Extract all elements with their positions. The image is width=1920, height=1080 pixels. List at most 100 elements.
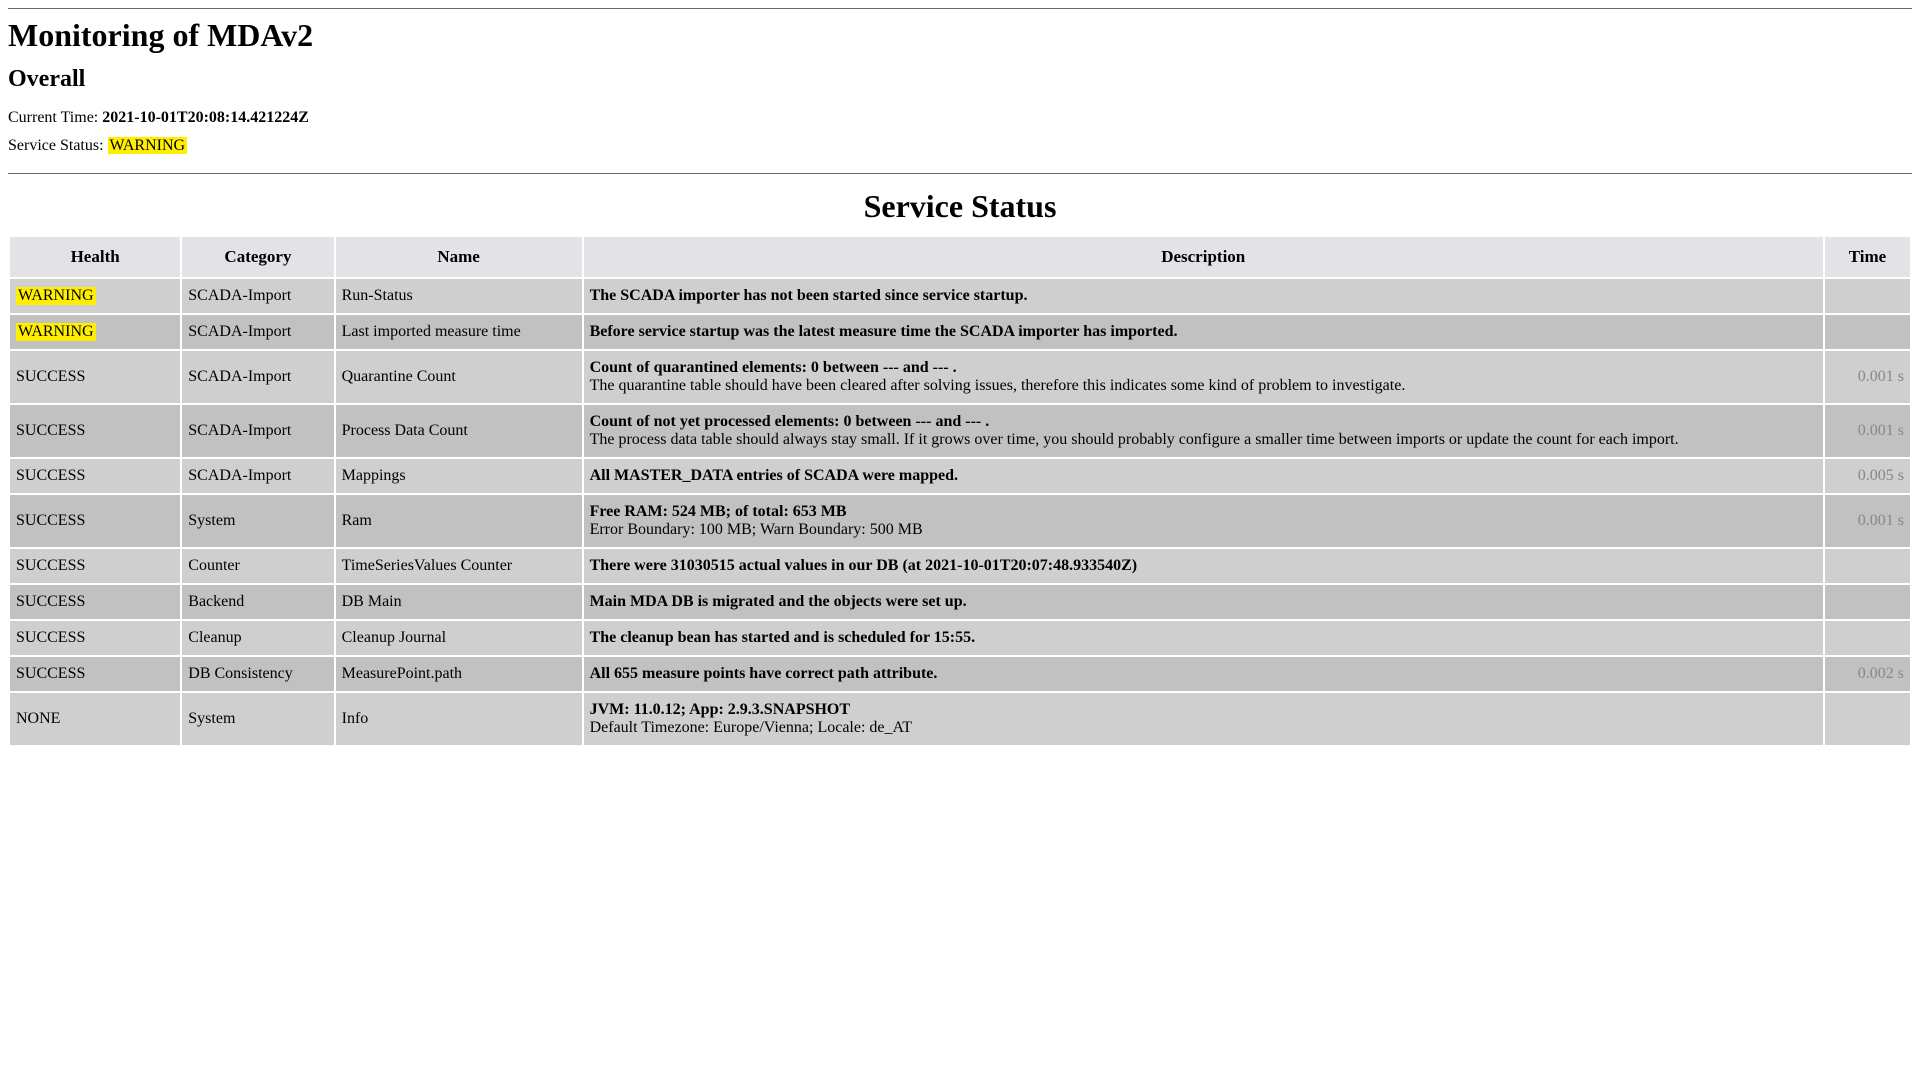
name-cell: MeasurePoint.path	[336, 657, 582, 691]
health-cell: WARNING	[10, 279, 180, 313]
description-main: JVM: 11.0.12; App: 2.9.3.SNAPSHOT	[590, 701, 850, 718]
name-cell: Ram	[336, 495, 582, 547]
name-cell: Process Data Count	[336, 405, 582, 457]
table-row: SUCCESSCounterTimeSeriesValues Counter Th…	[10, 549, 1910, 583]
service-status-label: Service Status:	[8, 137, 108, 154]
service-status-heading: Service Status	[8, 188, 1912, 225]
name-cell: Last imported measure time	[336, 315, 582, 349]
category-cell: DB Consistency	[182, 657, 333, 691]
service-status-line: Service Status: WARNING	[8, 137, 1912, 155]
service-status-badge: WARNING	[108, 137, 188, 154]
time-cell: 0.005 s	[1825, 459, 1910, 493]
name-cell: Cleanup Journal	[336, 621, 582, 655]
table-row: SUCCESSSystemRamFree RAM: 524 MB; of tot…	[10, 495, 1910, 547]
col-description: Description	[584, 237, 1823, 277]
name-cell: Info	[336, 693, 582, 745]
divider	[8, 173, 1912, 174]
description-main: Main MDA DB is migrated and the objects …	[590, 593, 967, 610]
category-cell: System	[182, 693, 333, 745]
category-cell: SCADA-Import	[182, 459, 333, 493]
health-cell: SUCCESS	[10, 585, 180, 619]
description-main: Free RAM: 524 MB; of total: 653 MB	[590, 503, 847, 520]
description-sub: Error Boundary: 100 MB; Warn Boundary: 5…	[590, 521, 923, 538]
description-main: Count of quarantined elements: 0 between…	[590, 359, 957, 376]
category-cell: SCADA-Import	[182, 405, 333, 457]
description-sub: The quarantine table should have been cl…	[590, 377, 1406, 394]
description-cell: Count of not yet processed elements: 0 b…	[584, 405, 1823, 457]
description-cell: The SCADA importer has not been started …	[584, 279, 1823, 313]
table-row: SUCCESSCleanupCleanup Journal The cleanup…	[10, 621, 1910, 655]
description-cell: JVM: 11.0.12; App: 2.9.3.SNAPSHOTDefault…	[584, 693, 1823, 745]
name-cell: TimeSeriesValues Counter	[336, 549, 582, 583]
status-badge: WARNING	[16, 287, 96, 305]
health-cell: SUCCESS	[10, 549, 180, 583]
table-row: SUCCESSBackendDB Main Main MDA DB is migr…	[10, 585, 1910, 619]
description-main: Before service startup was the latest me…	[590, 323, 1178, 340]
table-row: SUCCESSSCADA-ImportQuarantine Count Count…	[10, 351, 1910, 403]
health-cell: SUCCESS	[10, 405, 180, 457]
description-cell: Free RAM: 524 MB; of total: 653 MBError …	[584, 495, 1823, 547]
health-cell: NONE	[10, 693, 180, 745]
time-cell	[1825, 549, 1910, 583]
current-time-line: Current Time: 2021-10-01T20:08:14.421224…	[8, 109, 1912, 127]
time-cell	[1825, 585, 1910, 619]
current-time-label: Current Time:	[8, 109, 102, 126]
time-cell: 0.001 s	[1825, 351, 1910, 403]
page-title: Monitoring of MDAv2	[8, 17, 1912, 54]
table-row: SUCCESSSCADA-ImportMappings All MASTER_DA…	[10, 459, 1910, 493]
table-row: SUCCESSDB ConsistencyMeasurePoint.path Al…	[10, 657, 1910, 691]
health-cell: SUCCESS	[10, 351, 180, 403]
table-row: NONESystemInfoJVM: 11.0.12; App: 2.9.3.S…	[10, 693, 1910, 745]
description-cell: All MASTER_DATA entries of SCADA were ma…	[584, 459, 1823, 493]
description-cell: Count of quarantined elements: 0 between…	[584, 351, 1823, 403]
description-main: All MASTER_DATA entries of SCADA were ma…	[590, 467, 958, 484]
health-cell: SUCCESS	[10, 459, 180, 493]
col-category: Category	[182, 237, 333, 277]
name-cell: Quarantine Count	[336, 351, 582, 403]
health-cell: WARNING	[10, 315, 180, 349]
name-cell: Run-Status	[336, 279, 582, 313]
time-cell: 0.002 s	[1825, 657, 1910, 691]
description-main: Count of not yet processed elements: 0 b…	[590, 413, 990, 430]
category-cell: SCADA-Import	[182, 351, 333, 403]
description-sub: Default Timezone: Europe/Vienna; Locale:…	[590, 719, 913, 736]
col-name: Name	[336, 237, 582, 277]
status-table: Health Category Name Description Time WA…	[8, 235, 1912, 747]
description-main: All 655 measure points have correct path…	[590, 665, 938, 682]
name-cell: DB Main	[336, 585, 582, 619]
description-main: The cleanup bean has started and is sche…	[590, 629, 976, 646]
category-cell: Counter	[182, 549, 333, 583]
health-cell: SUCCESS	[10, 657, 180, 691]
table-row: WARNING SCADA-ImportRun-Status The SCADA i…	[10, 279, 1910, 313]
col-time: Time	[1825, 237, 1910, 277]
time-cell	[1825, 621, 1910, 655]
category-cell: System	[182, 495, 333, 547]
description-cell: Before service startup was the latest me…	[584, 315, 1823, 349]
table-header-row: Health Category Name Description Time	[10, 237, 1910, 277]
time-cell	[1825, 693, 1910, 745]
description-cell: Main MDA DB is migrated and the objects …	[584, 585, 1823, 619]
description-sub: The process data table should always sta…	[590, 431, 1679, 448]
current-time-value: 2021-10-01T20:08:14.421224Z	[102, 109, 309, 126]
status-badge: WARNING	[16, 323, 96, 341]
description-main: There were 31030515 actual values in our…	[590, 557, 1138, 574]
time-cell	[1825, 315, 1910, 349]
health-cell: SUCCESS	[10, 621, 180, 655]
description-cell: All 655 measure points have correct path…	[584, 657, 1823, 691]
time-cell: 0.001 s	[1825, 405, 1910, 457]
description-cell: The cleanup bean has started and is sche…	[584, 621, 1823, 655]
time-cell: 0.001 s	[1825, 495, 1910, 547]
description-cell: There were 31030515 actual values in our…	[584, 549, 1823, 583]
description-main: The SCADA importer has not been started …	[590, 287, 1028, 304]
overall-heading: Overall	[8, 66, 1912, 93]
category-cell: SCADA-Import	[182, 279, 333, 313]
table-row: WARNING SCADA-ImportLast imported measure…	[10, 315, 1910, 349]
name-cell: Mappings	[336, 459, 582, 493]
table-row: SUCCESSSCADA-ImportProcess Data Count Cou…	[10, 405, 1910, 457]
col-health: Health	[10, 237, 180, 277]
time-cell	[1825, 279, 1910, 313]
category-cell: Backend	[182, 585, 333, 619]
health-cell: SUCCESS	[10, 495, 180, 547]
category-cell: SCADA-Import	[182, 315, 333, 349]
category-cell: Cleanup	[182, 621, 333, 655]
